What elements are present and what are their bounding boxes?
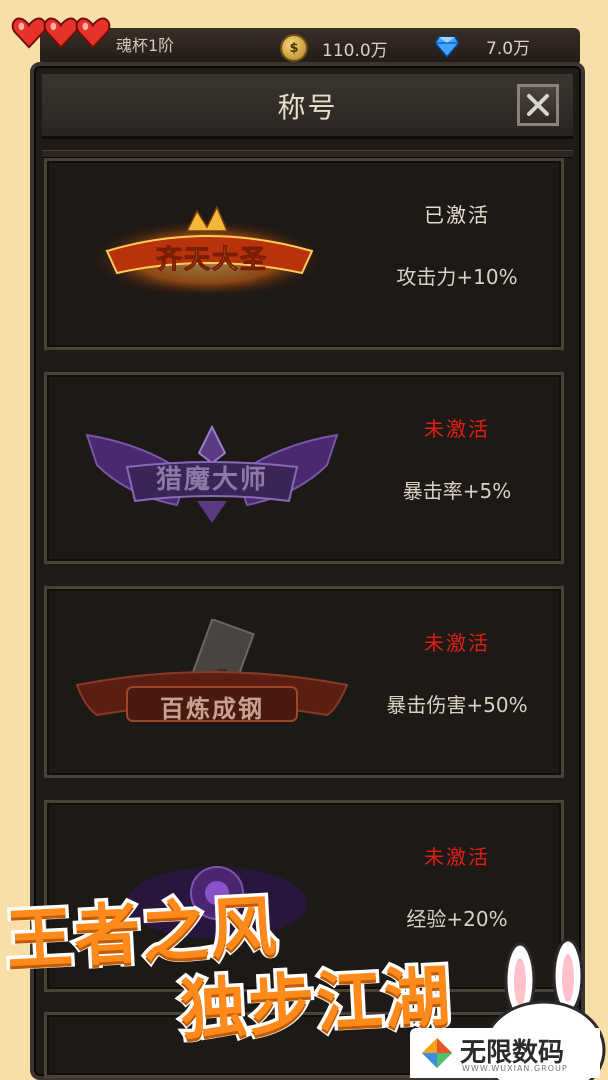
status-label-3: 未激活 xyxy=(424,631,490,655)
bonus-label-3: 暴击伤害+50% xyxy=(386,693,528,717)
bonus-label-4: 经验+20% xyxy=(406,907,508,931)
bonus-label-1: 攻击力+10% xyxy=(396,265,518,289)
coin-value: 110.0万 xyxy=(322,40,388,61)
gem-value: 7.0万 xyxy=(486,39,531,59)
status-label-2: 未激活 xyxy=(424,417,490,441)
badge-text-1: 齐天大圣 xyxy=(155,245,268,276)
header-divider xyxy=(42,150,573,158)
title-card-1[interactable]: 齐天大圣 已激活 攻击力+10% xyxy=(44,158,564,350)
coin-counter: $ 110.0万 xyxy=(280,34,388,62)
bonus-label-2: 暴击率+5% xyxy=(402,479,512,503)
panel-header: 称号 xyxy=(42,74,573,139)
coin-icon: $ xyxy=(280,34,308,62)
close-button[interactable] xyxy=(517,84,559,126)
title-badge-1: 齐天大圣 xyxy=(67,191,357,321)
close-icon xyxy=(527,94,549,116)
panel-title: 称号 xyxy=(277,91,338,124)
diamond-icon xyxy=(434,35,460,58)
status-label-1: 已激活 xyxy=(424,203,490,227)
badge-text-3: 百炼成钢 xyxy=(160,694,264,723)
logo-icon xyxy=(422,1038,452,1068)
title-badge-3: 百炼成钢 xyxy=(67,617,357,749)
gem-counter: 7.0万 xyxy=(434,34,530,59)
hammer-badge-icon xyxy=(75,617,349,722)
status-label-4: 未激活 xyxy=(424,845,490,869)
title-card-3[interactable]: 百炼成钢 未激活 暴击伤害+50% xyxy=(44,586,564,778)
watermark-sub: WWW.WUXIAN.GROUP xyxy=(462,1064,568,1073)
level-text: 魂杯1阶 xyxy=(116,36,175,55)
title-badge-2: 猎魔大师 xyxy=(67,405,357,535)
heart-icon xyxy=(75,17,111,49)
title-card-2[interactable]: 猎魔大师 未激活 暴击率+5% xyxy=(44,372,564,564)
badge-text-2: 猎魔大师 xyxy=(155,465,268,495)
lives-hearts xyxy=(10,14,111,52)
watermark: 无限数码 WWW.WUXIAN.GROUP xyxy=(410,1028,600,1078)
